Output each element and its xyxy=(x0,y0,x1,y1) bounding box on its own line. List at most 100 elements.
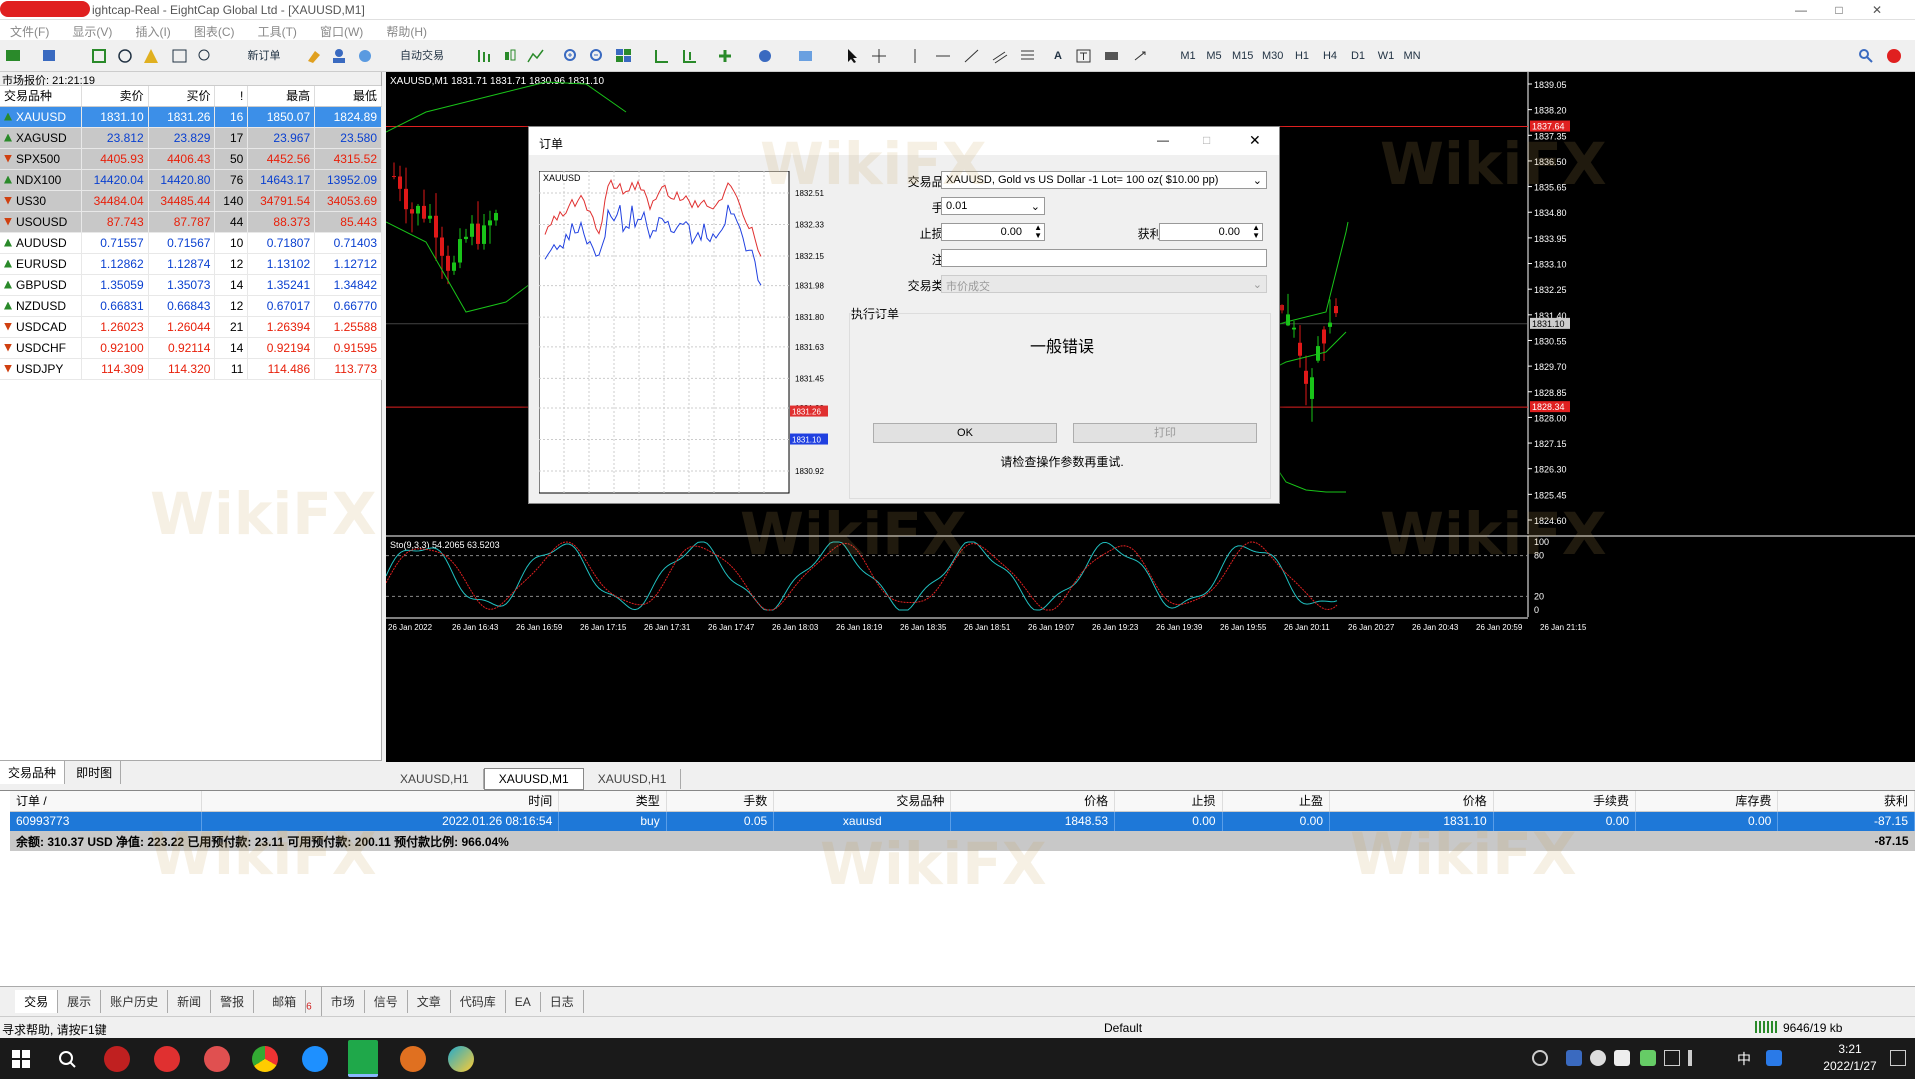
auto-trading-button[interactable]: 自动交易 xyxy=(386,46,458,66)
tab-news[interactable]: 新闻 xyxy=(168,990,212,1013)
col-spread[interactable]: ! xyxy=(214,86,249,107)
market-row-spx500[interactable]: SPX500 4405.93 4406.43 50 4452.56 4315.52 xyxy=(0,148,382,170)
market-row-us30[interactable]: US30 34484.04 34485.44 140 34791.54 34053.69 xyxy=(0,190,382,212)
windows-start-icon[interactable] xyxy=(12,1050,30,1071)
market-row-usdcad[interactable]: USDCAD 1.26023 1.26044 21 1.26394 1.25588 xyxy=(0,316,382,338)
volume-field[interactable]: 0.01 ⌄ xyxy=(941,197,1045,215)
market-watch-icon[interactable] xyxy=(90,46,110,66)
tab-exposure[interactable]: 展示 xyxy=(58,990,102,1013)
col-bid[interactable]: 卖价 xyxy=(81,86,149,107)
market-row-audusd[interactable]: AUDUSD 0.71557 0.71567 10 0.71807 0.71403 xyxy=(0,232,382,254)
channel-icon[interactable] xyxy=(990,46,1010,66)
tile-windows-icon[interactable] xyxy=(614,46,634,66)
templates-icon[interactable] xyxy=(796,46,816,66)
tf-w1[interactable]: W1 xyxy=(1376,46,1396,66)
col-type[interactable]: 类型 xyxy=(558,791,667,812)
tab-articles[interactable]: 文章 xyxy=(408,990,451,1013)
fibonacci-icon[interactable] xyxy=(1018,46,1038,66)
tf-d1[interactable]: D1 xyxy=(1348,46,1368,66)
symbol-select[interactable]: XAUUSD, Gold vs US Dollar -1 Lot= 100 oz… xyxy=(941,171,1267,189)
col-symbol[interactable]: 交易品种 xyxy=(0,86,82,107)
tab-ea[interactable]: EA xyxy=(506,992,541,1012)
col-lots[interactable]: 手数 xyxy=(666,791,775,812)
tab-signals[interactable]: 信号 xyxy=(365,990,408,1013)
market-row-xauusd[interactable]: XAUUSD 1831.10 1831.26 16 1850.07 1824.89 xyxy=(0,106,382,128)
market-row-ndx100[interactable]: NDX100 14420.04 14420.80 76 14643.17 13952.09 xyxy=(0,169,382,191)
profiles-icon[interactable] xyxy=(40,46,60,66)
tp-tray-icon[interactable] xyxy=(1614,1050,1630,1066)
comment-field[interactable] xyxy=(941,249,1267,267)
order-type-select[interactable]: 市价成交 ⌄ xyxy=(941,275,1267,293)
user-tray-icon[interactable] xyxy=(1532,1050,1548,1066)
cursor-icon[interactable] xyxy=(842,46,862,66)
zoom-out-icon[interactable] xyxy=(588,46,608,66)
market-row-gbpusd[interactable]: GBPUSD 1.35059 1.35073 14 1.35241 1.34842 xyxy=(0,274,382,296)
chart-tab-2[interactable]: XAUUSD,M1 xyxy=(483,768,584,790)
dialog-minimize[interactable]: — xyxy=(1157,133,1169,147)
tab-journal[interactable]: 日志 xyxy=(541,990,584,1013)
weibo-icon[interactable] xyxy=(154,1046,180,1072)
ime-indicator[interactable]: 中 xyxy=(1737,1049,1751,1069)
text-label-icon[interactable] xyxy=(1074,46,1094,66)
col-tp[interactable]: 止盈 xyxy=(1222,791,1331,812)
dialog-close[interactable]: ✕ xyxy=(1249,132,1261,149)
tf-m1[interactable]: M1 xyxy=(1178,46,1198,66)
market-row-usousd[interactable]: USOUSD 87.743 87.787 44 88.373 85.443 xyxy=(0,211,382,233)
data-window-icon[interactable] xyxy=(116,46,136,66)
new-order-button[interactable]: 新订单 xyxy=(234,46,294,66)
text-icon[interactable]: A xyxy=(1048,46,1068,66)
tf-h1[interactable]: H1 xyxy=(1292,46,1312,66)
chart-tab-1[interactable]: XAUUSD,H1 xyxy=(386,769,484,789)
candle-chart-icon[interactable] xyxy=(500,46,520,66)
search-taskbar-icon[interactable] xyxy=(58,1050,76,1071)
col-ask[interactable]: 买价 xyxy=(148,86,216,107)
col-sl[interactable]: 止损 xyxy=(1114,791,1223,812)
minimize-button[interactable]: — xyxy=(1782,0,1820,20)
tf-m30[interactable]: M30 xyxy=(1262,46,1283,66)
shapes-icon[interactable] xyxy=(1102,46,1122,66)
market-row-nzdusd[interactable]: NZDUSD 0.66831 0.66843 12 0.67017 0.66770 xyxy=(0,295,382,317)
trendline-icon[interactable] xyxy=(962,46,982,66)
qq-browser-icon[interactable] xyxy=(302,1046,328,1072)
qq-tray-icon[interactable] xyxy=(1766,1050,1782,1066)
market-row-usdchf[interactable]: USDCHF 0.92100 0.92114 14 0.92194 0.91595 xyxy=(0,337,382,359)
stop-loss-field[interactable]: 0.00 ▲ ▼ xyxy=(941,223,1045,241)
col-time[interactable]: 时间 xyxy=(201,791,560,812)
chart-tab-3[interactable]: XAUUSD,H1 xyxy=(584,769,682,789)
new-chart-icon[interactable] xyxy=(4,46,24,66)
tf-mn[interactable]: MN xyxy=(1402,46,1422,66)
strategy-tester-icon[interactable] xyxy=(196,46,216,66)
col-symbol[interactable]: 交易品种 xyxy=(773,791,952,812)
network-icon[interactable] xyxy=(1664,1050,1680,1066)
user-icon[interactable] xyxy=(330,46,350,66)
horizontal-line-icon[interactable] xyxy=(934,46,954,66)
col-open-price[interactable]: 价格 xyxy=(950,791,1116,812)
search-icon[interactable] xyxy=(1856,46,1876,66)
app-icon-1[interactable] xyxy=(104,1046,130,1072)
tab-symbols[interactable]: 交易品种 xyxy=(0,761,66,784)
tab-history[interactable]: 账户历史 xyxy=(101,990,169,1013)
order-row[interactable]: 60993773 2022.01.26 08:16:54 buy 0.05 xauusd… xyxy=(10,811,1915,831)
tf-h4[interactable]: H4 xyxy=(1320,46,1340,66)
vertical-line-icon[interactable] xyxy=(906,46,926,66)
col-swap[interactable]: 库存费 xyxy=(1635,791,1779,812)
col-profit[interactable]: 获利 xyxy=(1777,791,1915,812)
print-button[interactable]: 打印 xyxy=(1073,423,1257,443)
signals-icon[interactable] xyxy=(356,46,376,66)
bar-chart-icon[interactable] xyxy=(474,46,494,66)
market-row-xagusd[interactable]: XAGUSD 23.812 23.829 17 23.967 23.580 xyxy=(0,127,382,149)
clock-date[interactable]: 2022/1/27 xyxy=(1814,1059,1886,1073)
shield-icon[interactable] xyxy=(1566,1050,1582,1066)
ok-button[interactable]: OK xyxy=(873,423,1057,443)
tab-market[interactable]: 市场 xyxy=(322,990,365,1013)
app-icon-3[interactable] xyxy=(204,1046,230,1072)
arrows-icon[interactable] xyxy=(1132,46,1152,66)
spinner-icon[interactable]: ▲ ▼ xyxy=(1252,224,1260,240)
take-profit-field[interactable]: 0.00 ▲ ▼ xyxy=(1159,223,1263,241)
col-high[interactable]: 最高 xyxy=(247,86,316,107)
chrome-icon[interactable] xyxy=(252,1046,278,1072)
maximize-button[interactable]: □ xyxy=(1820,0,1858,20)
alert-icon[interactable] xyxy=(1884,46,1904,66)
tab-mailbox[interactable]: 邮箱 6 xyxy=(254,987,322,1016)
line-chart-icon[interactable] xyxy=(526,46,546,66)
